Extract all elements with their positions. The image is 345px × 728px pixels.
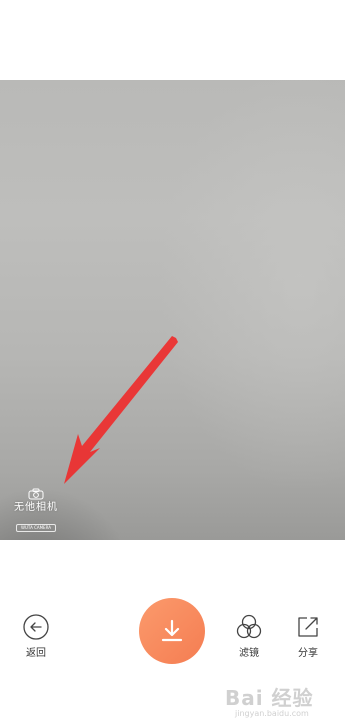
watermark-url: jingyan.baidu.com bbox=[235, 709, 309, 718]
download-button[interactable] bbox=[139, 598, 205, 664]
back-arrow-icon bbox=[23, 614, 49, 640]
baidu-jingyan-watermark: Bai 经验 jingyan.baidu.com bbox=[225, 682, 345, 728]
red-arrow-annotation bbox=[64, 336, 178, 484]
filter-button[interactable]: 滤镜 bbox=[231, 614, 267, 660]
download-icon bbox=[161, 619, 183, 642]
back-label: 返回 bbox=[26, 648, 46, 659]
photo-preview: 无他相机 WUTA CAMERA bbox=[0, 80, 345, 540]
share-button[interactable]: 分享 bbox=[290, 614, 326, 660]
watermark-title: 无他相机 bbox=[14, 502, 58, 513]
camera-icon bbox=[28, 488, 44, 500]
camera-watermark: 无他相机 WUTA CAMERA bbox=[8, 488, 64, 538]
share-label: 分享 bbox=[298, 648, 318, 659]
filter-icon bbox=[236, 614, 262, 639]
filter-label: 滤镜 bbox=[239, 648, 259, 659]
back-button[interactable]: 返回 bbox=[18, 614, 54, 660]
watermark-subtitle: WUTA CAMERA bbox=[16, 524, 56, 532]
share-icon bbox=[298, 617, 318, 637]
baidu-logo: Bai 经验 bbox=[225, 686, 314, 710]
bottom-toolbar: 返回 滤镜 分享 bbox=[0, 596, 345, 696]
